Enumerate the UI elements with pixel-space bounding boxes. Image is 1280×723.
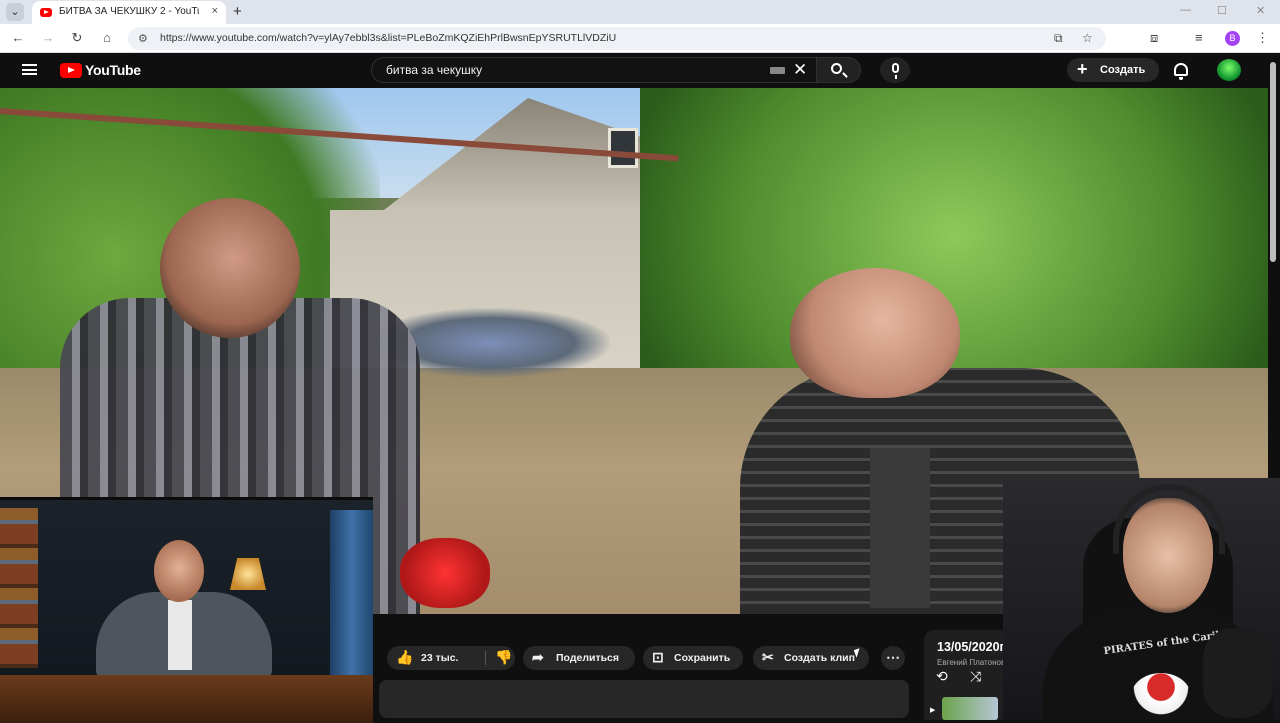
description-box[interactable]	[379, 680, 909, 718]
like-icon[interactable]: 👍	[396, 649, 413, 666]
like-count[interactable]: 23 тыс.	[421, 652, 458, 664]
create-label: Создать	[1100, 64, 1146, 76]
microphone-icon	[892, 63, 899, 79]
host-person	[96, 540, 276, 680]
forward-icon[interactable]: →	[40, 30, 56, 45]
search-icon	[831, 63, 842, 74]
playlist-thumbnail[interactable]	[942, 697, 998, 720]
reload-icon[interactable]: ↻	[69, 30, 85, 46]
account-avatar[interactable]	[1217, 59, 1241, 81]
media-controls-icon[interactable]: ≡	[1195, 30, 1203, 45]
notifications-bell-icon[interactable]	[1174, 63, 1188, 80]
now-playing-icon: ▶	[930, 707, 936, 714]
window-close-icon[interactable]: ✕	[1256, 4, 1265, 17]
hamburger-menu-icon[interactable]	[22, 64, 37, 75]
video-actions-bar: 👍 23 тыс. 👎 ➦ Поделиться ⊡ Сохранить ✂ С…	[373, 614, 1013, 720]
tab-search-button[interactable]: ⌄	[6, 3, 24, 21]
back-icon[interactable]: ←	[10, 30, 26, 45]
search-input[interactable]	[386, 63, 746, 77]
video-person-right-shirt	[870, 448, 930, 608]
loop-icon[interactable]: ⟲	[936, 668, 948, 685]
video-person-right-head	[790, 268, 960, 398]
host-head	[154, 540, 204, 602]
browser-toolbar: ← → ↻ ⌂ ⚙ https://www.youtube.com/watch?…	[0, 24, 1280, 53]
search-button[interactable]	[817, 57, 861, 83]
maximize-icon[interactable]: ☐	[1217, 4, 1227, 17]
keyboard-icon[interactable]	[770, 67, 785, 74]
clip-label: Создать клип	[784, 652, 855, 664]
browser-tab[interactable]: БИТВА ЗА ЧЕКУШКУ 2 - YouTube ×	[32, 1, 226, 24]
more-actions-button[interactable]: ⋯	[881, 646, 905, 670]
browser-menu-icon[interactable]: ⋮	[1256, 30, 1269, 46]
youtube-header: YouTube ✕ + Создать	[0, 53, 1280, 87]
playlist-author[interactable]: Евгений Платонов	[937, 658, 1005, 667]
save-icon: ⊡	[652, 649, 664, 665]
tab-close-icon[interactable]: ×	[212, 5, 218, 17]
extensions-icon[interactable]: ⧈	[1150, 30, 1158, 46]
save-label: Сохранить	[674, 652, 731, 664]
url-text[interactable]: https://www.youtube.com/watch?v=ylAy7ebb…	[160, 32, 616, 44]
host-shirt	[168, 600, 192, 670]
address-bar[interactable]: ⚙ https://www.youtube.com/watch?v=ylAy7e…	[128, 27, 1106, 50]
inset-video-overlay	[0, 497, 373, 723]
site-info-icon[interactable]: ⚙	[138, 32, 148, 45]
bookmark-star-icon[interactable]: ☆	[1082, 31, 1093, 45]
video-scene-window	[608, 128, 638, 168]
browser-tab-bar: ⌄ БИТВА ЗА ЧЕКУШКУ 2 - YouTube × + — ☐ ✕	[0, 0, 1280, 24]
install-app-icon[interactable]: ⧉	[1054, 31, 1063, 46]
share-button[interactable]: ➦ Поделиться	[523, 646, 635, 670]
minimize-icon[interactable]: —	[1180, 4, 1191, 16]
youtube-logo-text[interactable]: YouTube	[85, 62, 141, 78]
home-icon[interactable]: ⌂	[99, 30, 115, 45]
playlist-title[interactable]: 13/05/2020г	[937, 640, 1005, 654]
like-divider	[485, 651, 486, 665]
desk	[0, 675, 373, 723]
create-button[interactable]: + Создать	[1067, 58, 1159, 82]
save-button[interactable]: ⊡ Сохранить	[643, 646, 743, 670]
more-icon: ⋯	[886, 649, 900, 665]
new-tab-button[interactable]: +	[233, 3, 242, 20]
youtube-logo-icon[interactable]	[60, 63, 82, 78]
playlist-panel[interactable]: 13/05/2020г Евгений Платонов ⟲ ⤨ ▶	[924, 630, 1009, 720]
skull-print	[1131, 673, 1191, 720]
shuffle-icon[interactable]: ⤨	[970, 668, 981, 685]
boxing-glove	[400, 538, 490, 608]
dislike-icon[interactable]: 👎	[495, 649, 512, 666]
microphone-stand	[1203, 628, 1273, 718]
share-label: Поделиться	[556, 652, 620, 664]
share-icon: ➦	[532, 649, 544, 665]
clear-search-icon[interactable]: ✕	[793, 60, 807, 80]
profile-avatar[interactable]: B	[1225, 31, 1240, 46]
scissors-icon: ✂	[762, 649, 774, 665]
search-box[interactable]: ✕	[371, 57, 817, 83]
page-scrollbar[interactable]	[1270, 62, 1276, 262]
voice-search-button[interactable]	[880, 57, 910, 83]
like-dislike-group: 👍 23 тыс. 👎	[387, 646, 515, 670]
bookshelf	[0, 508, 38, 668]
plus-icon: +	[1077, 59, 1088, 79]
streamer-webcam-overlay: PIRATES of the Caribbean	[1003, 478, 1280, 720]
tab-title: БИТВА ЗА ЧЕКУШКУ 2 - YouTube	[59, 6, 199, 17]
create-clip-button[interactable]: ✂ Создать клип	[753, 646, 869, 670]
headset	[1113, 484, 1225, 554]
youtube-favicon-icon	[40, 8, 52, 17]
curtain	[330, 510, 373, 680]
